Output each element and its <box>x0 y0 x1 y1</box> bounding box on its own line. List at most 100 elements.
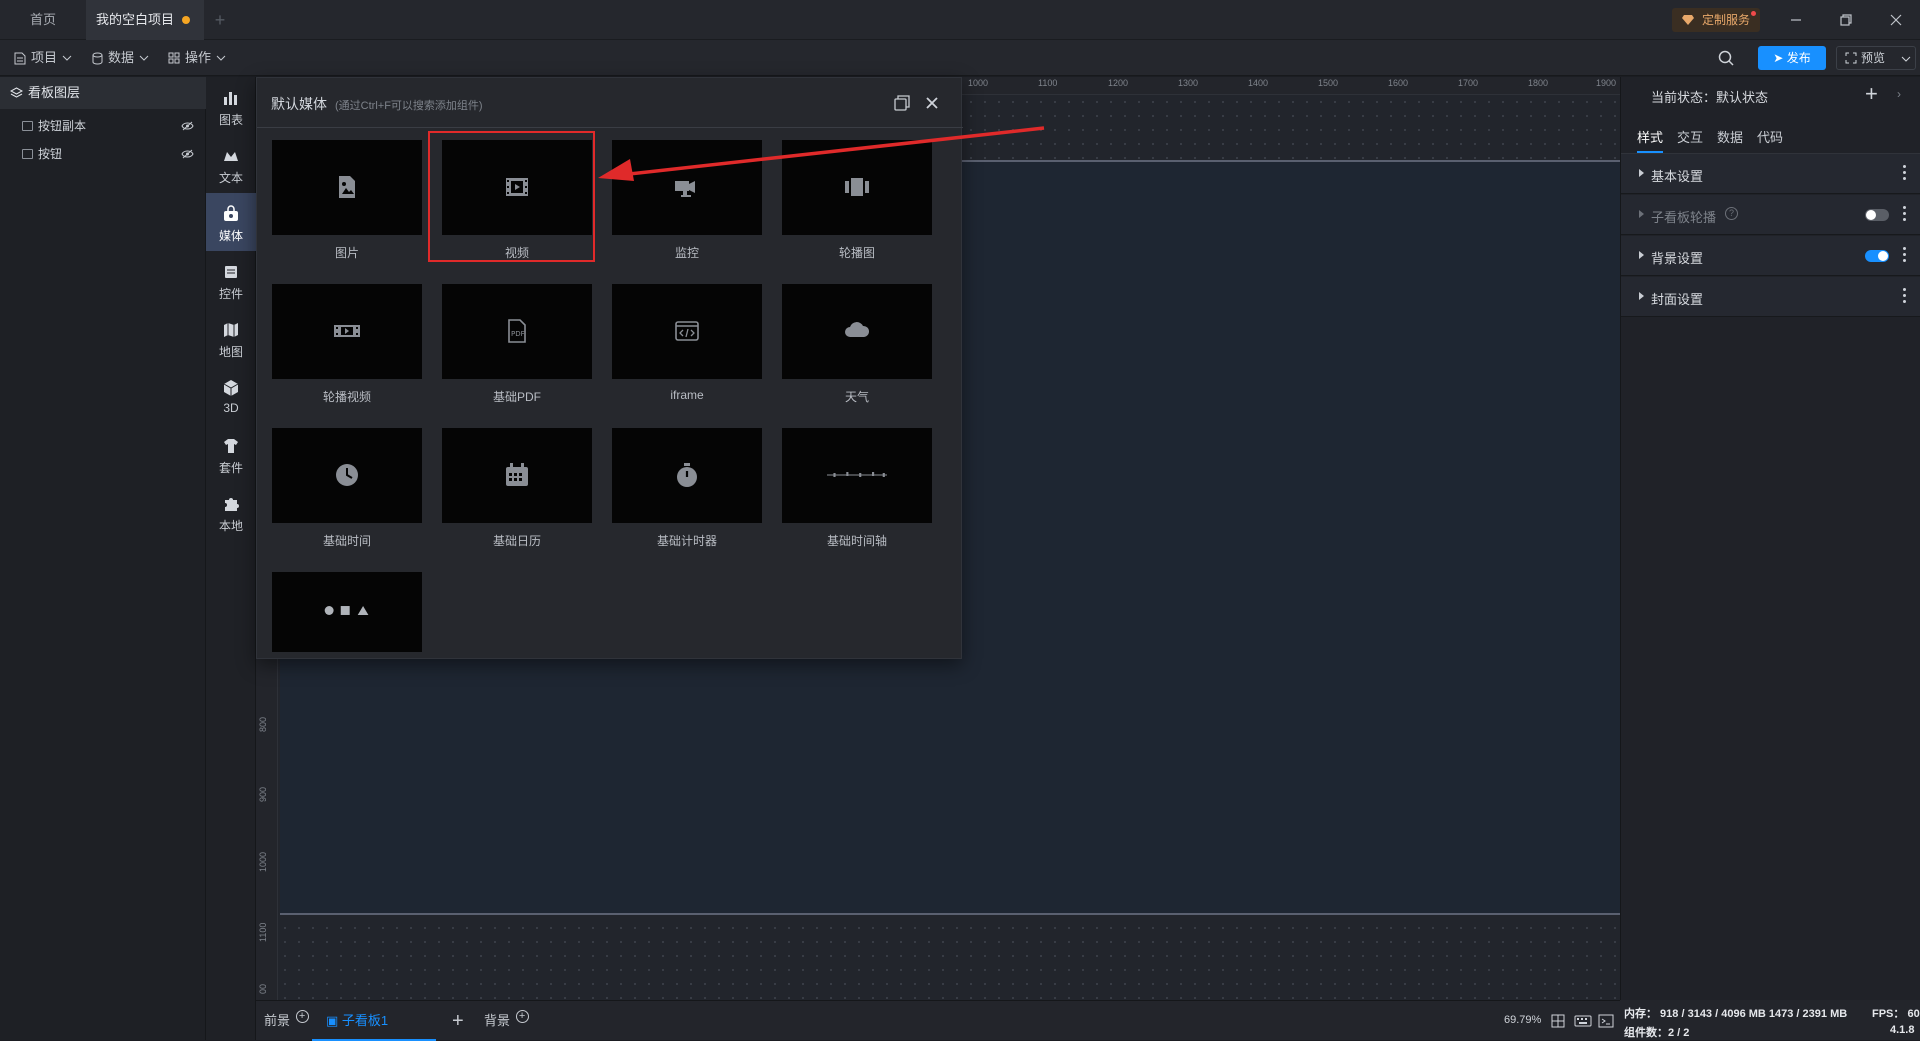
restore-button[interactable] <box>1836 10 1856 30</box>
media-card-weather[interactable]: 天气 <box>782 284 932 414</box>
terminal-icon[interactable] <box>1598 1013 1614 1029</box>
category-kit[interactable]: 套件 <box>206 425 256 483</box>
category-local[interactable]: 本地 <box>206 483 256 541</box>
tab-project-label: 我的空白项目 <box>96 12 175 27</box>
cloud-icon <box>845 322 870 337</box>
custom-service-button[interactable]: 定制服务 <box>1672 8 1761 32</box>
chevron-right-icon[interactable]: › <box>1897 87 1901 101</box>
tab-data[interactable]: 数据 <box>1717 127 1743 153</box>
card-thumbnail <box>612 428 762 523</box>
tab-foreground-label: 前景 <box>264 1013 291 1028</box>
popup-title: 默认媒体 <box>271 96 327 112</box>
cube-icon <box>223 380 239 396</box>
section-background-settings[interactable]: 背景设置 <box>1621 236 1920 276</box>
detach-window-icon[interactable] <box>893 94 911 112</box>
tab-project[interactable]: 我的空白项目 <box>86 0 204 40</box>
ruler-tick: 1300 <box>1178 78 1199 88</box>
ruler-tick: 1500 <box>1318 78 1339 88</box>
search-icon <box>1718 50 1734 66</box>
menu-data[interactable]: 数据 <box>92 40 149 76</box>
add-circle-icon[interactable]: + <box>515 1010 529 1023</box>
ruler-tick: 1000 <box>258 851 268 872</box>
card-label: 基础时间 <box>322 534 371 548</box>
tab-code[interactable]: 代码 <box>1757 127 1783 153</box>
custom-service-label: 定制服务 <box>1702 13 1751 27</box>
eye-hidden-icon[interactable] <box>181 121 194 131</box>
card-label: 图片 <box>334 246 359 260</box>
tab-subboard[interactable]: ▣ 子看板1 <box>312 1001 436 1041</box>
kit-icon <box>224 439 238 453</box>
zoom-level[interactable]: 69.79% <box>1504 1014 1541 1026</box>
media-card-timeline[interactable]: 基础时间轴 <box>782 428 932 558</box>
add-state-button[interactable]: + <box>1865 81 1878 107</box>
card-label: 天气 <box>844 390 869 404</box>
component-count: 组件数：2 / 2 <box>1624 1027 1690 1039</box>
layers-title: 看板图层 <box>28 85 81 100</box>
category-label: 本地 <box>218 519 243 533</box>
tab-foreground[interactable]: 前景 + <box>264 1001 309 1041</box>
tab-interaction[interactable]: 交互 <box>1677 127 1703 153</box>
media-card-pdf[interactable]: PDF 基础PDF <box>442 284 592 414</box>
close-icon[interactable] <box>923 94 941 112</box>
search-button[interactable] <box>1716 48 1736 68</box>
section-cover-settings[interactable]: 封面设置 <box>1621 277 1920 317</box>
category-map[interactable]: 地图 <box>206 309 256 367</box>
tab-style[interactable]: 样式 <box>1637 127 1664 153</box>
media-card-calendar[interactable]: 基础日历 <box>442 428 592 558</box>
card-thumbnail <box>272 284 422 379</box>
layers-header: 看板图层 <box>0 77 206 109</box>
close-window-button[interactable] <box>1886 10 1906 30</box>
category-label: 文本 <box>218 171 243 185</box>
category-chart[interactable]: 图表 <box>206 77 256 135</box>
media-card-time[interactable]: 基础时间 <box>272 428 422 558</box>
more-icon[interactable] <box>1903 206 1907 224</box>
document-icon <box>14 52 26 64</box>
pdf-icon: PDF <box>508 319 526 343</box>
menu-project[interactable]: 项目 <box>14 40 72 76</box>
help-icon[interactable]: ? <box>1725 207 1738 220</box>
more-icon[interactable] <box>1903 288 1907 306</box>
background-toggle[interactable] <box>1865 250 1889 262</box>
tab-home[interactable]: 首页 <box>0 0 86 40</box>
minimize-button[interactable] <box>1786 10 1806 30</box>
more-icon[interactable] <box>1903 165 1907 183</box>
media-card-iframe[interactable]: iframe <box>612 284 762 414</box>
media-card-shapes[interactable] <box>272 572 422 702</box>
ruler-tick: 1100 <box>1038 78 1058 88</box>
section-label: 背景设置 <box>1651 251 1704 266</box>
preview-button[interactable]: 预览 <box>1836 46 1916 70</box>
publish-button[interactable]: ➤ 发布 <box>1758 46 1826 70</box>
ruler-tick: 1000 <box>968 78 989 88</box>
film-strip-icon <box>334 325 360 337</box>
category-text[interactable]: 文本 <box>206 135 256 193</box>
more-icon[interactable] <box>1903 247 1907 265</box>
media-card-carousel-video[interactable]: 轮播视频 <box>272 284 422 414</box>
category-media[interactable]: 媒体 <box>206 193 256 251</box>
add-tab-button[interactable]: + <box>206 0 234 40</box>
keyboard-icon[interactable] <box>1574 1014 1592 1028</box>
add-board-button[interactable]: + <box>452 1001 464 1041</box>
layer-item[interactable]: 按钮 <box>0 140 206 168</box>
layer-item[interactable]: 按钮副本 <box>0 112 206 140</box>
layer-item-label: 按钮副本 <box>38 119 87 133</box>
fit-screen-icon[interactable] <box>1550 1013 1566 1029</box>
media-card-timer[interactable]: 基础计时器 <box>612 428 762 558</box>
carousel-toggle[interactable] <box>1865 209 1889 221</box>
media-icon <box>224 205 238 221</box>
category-label: 地图 <box>218 345 243 359</box>
section-basic-settings[interactable]: 基本设置 <box>1621 154 1920 194</box>
category-control[interactable]: 控件 <box>206 251 256 309</box>
add-circle-icon[interactable]: + <box>295 1010 309 1023</box>
category-3d[interactable]: 3D <box>206 367 256 425</box>
caret-right-icon <box>1639 210 1644 218</box>
section-subboard-carousel[interactable]: 子看板轮播 ? <box>1621 195 1920 235</box>
board-tabs-bar: 前景 + ▣ 子看板1 + 背景 + 69.79% <box>256 1000 1620 1041</box>
tab-background[interactable]: 背景 + <box>484 1001 529 1041</box>
menu-operate[interactable]: 操作 <box>168 40 226 76</box>
card-thumbnail: PDF <box>442 284 592 379</box>
card-thumbnail <box>272 428 422 523</box>
eye-hidden-icon[interactable] <box>181 149 194 159</box>
ruler-tick: 1600 <box>1388 78 1409 88</box>
media-card-image[interactable]: 图片 <box>272 140 422 270</box>
memory-readout: 内存： 918 / 3143 / 4096 MB 1473 / 2391 MB <box>1624 1008 1848 1020</box>
